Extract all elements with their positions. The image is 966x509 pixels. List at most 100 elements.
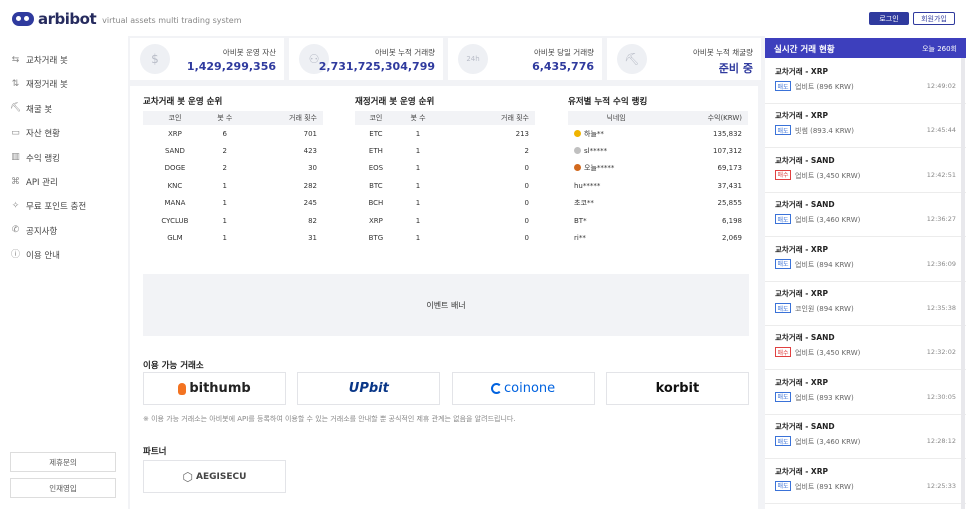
main-content: $ 아비봇 운영 자산 1,429,299,356 ⚇ 아비봇 누적 거래량 2,731,… [128, 36, 763, 509]
table-cell: 1 [415, 199, 421, 208]
nickname-cell: 하늘** [568, 125, 664, 142]
table-cell: 0 [524, 234, 529, 243]
info-icon: ⓘ [10, 249, 20, 260]
login-button[interactable]: 로그인 [869, 12, 909, 25]
trade-feed-item[interactable]: 교차거래 - XRP 매도 빗썸 (893.4 KRW) 12:45:44 [765, 104, 966, 149]
table-cell: 1 [222, 234, 227, 243]
sidebar-item-label: 이용 안내 [26, 251, 60, 262]
sidebar-item[interactable]: ✆ 공지사항 [10, 224, 58, 238]
table-cell: 2 [222, 164, 227, 173]
trade-type-badge: 매수 [775, 347, 791, 358]
table-row: GLM 1 31 [143, 229, 323, 246]
megaphone-icon: ✆ [11, 225, 20, 236]
table-row: EOS 1 0 [355, 160, 535, 177]
sidebar-item[interactable]: ▭ 자산 현황 [10, 126, 60, 140]
table-row: XRP 6 701 [143, 125, 323, 142]
exchange-logo-bithumb[interactable]: bithumb [143, 372, 286, 405]
exchanges-title: 이용 가능 거래소 [143, 361, 204, 371]
trade-feed-item[interactable]: 교차거래 - XRP 매도 업비트 (891 KRW) 12:25:33 [765, 460, 966, 504]
nickname: BT* [574, 216, 587, 225]
profit-cell: 25,855 [717, 199, 743, 208]
scrollbar[interactable] [961, 58, 965, 509]
table-cell: KNC [167, 181, 183, 190]
recruit-button[interactable]: 인재영입 [10, 478, 116, 498]
exchange-name: UPbit [348, 381, 389, 396]
table-row: 하늘** 135,832 [568, 125, 748, 142]
trade-time: 12:25:33 [926, 481, 956, 490]
trade-time: 12:36:27 [926, 215, 956, 224]
trade-feed-item[interactable]: 교차거래 - XRP 매도 업비트 (896 KRW) 12:49:02 [765, 60, 966, 104]
trade-feed-item[interactable]: 교차거래 - XRP 매도 업비트 (894 KRW) 12:36:09 [765, 238, 966, 282]
profit-cell: 69,173 [717, 164, 743, 173]
sidebar-item[interactable]: ▥ 수익 랭킹 [10, 151, 60, 165]
exchange-name: korbit [655, 381, 700, 396]
trade-feed-item[interactable]: 교차거래 - XRP 매도 업비트 (893 KRW) 12:30:05 [765, 371, 966, 415]
trade-feed-item[interactable]: 교차거래 - SAND 매수 업비트 (3,450 KRW) 12:42:51 [765, 149, 966, 193]
table-cell: 282 [303, 181, 317, 190]
medal-icon [574, 164, 581, 172]
trade-title: 교차거래 - XRP [775, 244, 828, 254]
trade-feed-item[interactable]: 교차거래 - XRP 매도 코인원 (894 KRW) 12:35:38 [765, 282, 966, 326]
arbitrage-icon: ⇅ [11, 78, 20, 89]
trade-title: 교차거래 - XRP [775, 377, 828, 387]
trade-feed-item[interactable]: 교차거래 - SAND 매수 업비트 (3,450 KRW) 12:32:02 [765, 326, 966, 371]
table-cell: 30 [308, 164, 317, 173]
table-row: KNC 1 282 [143, 177, 323, 194]
partner-logo-aegisecu[interactable]: ⬡ AEGISECU [143, 460, 286, 493]
table-cell: 423 [303, 147, 317, 156]
trade-type-badge: 매수 [775, 169, 791, 180]
sidebar-item-label: API 관리 [26, 178, 58, 188]
stat-card: 24h 아비봇 당일 거래량 6,435,776 [448, 38, 602, 80]
sidebar-item[interactable]: ⇆ 교차거래 봇 [10, 53, 68, 67]
trade-type-badge: 매도 [775, 391, 791, 402]
trade-feed-item[interactable]: 교차거래 - SAND 매도 업비트 (3,460 KRW) 12:28:12 [765, 415, 966, 460]
trade-feed-item[interactable]: 교차거래 - SAND 매도 업비트 (3,460 KRW) 12:36:27 [765, 193, 966, 238]
coins-icon: $ [140, 44, 170, 74]
nickname: ri** [574, 234, 586, 243]
column-header: 코인 [143, 111, 207, 125]
table-cell: 1 [415, 129, 421, 138]
trade-detail: 업비트 (3,460 KRW) [795, 216, 861, 225]
exchange-logo-coinone[interactable]: coinone [451, 372, 595, 405]
sidebar-item-label: 재정거래 봇 [26, 80, 68, 91]
table-cell: MANA [164, 199, 186, 208]
exchange-icon: ⇆ [11, 54, 20, 65]
table-row: ETC 1 213 [355, 125, 535, 142]
event-banner[interactable]: 이벤트 배너 [143, 274, 749, 336]
sidebar-item[interactable]: ⛏ 채굴 봇 [10, 102, 52, 116]
table-row: MANA 1 245 [143, 195, 323, 212]
trade-type-badge: 매도 [775, 81, 791, 91]
sidebar-item[interactable]: ⇅ 재정거래 봇 [10, 77, 68, 91]
stat-card: $ 아비봇 운영 자산 1,429,299,356 [130, 38, 284, 80]
partnership-inquiry-button[interactable]: 제휴문의 [10, 452, 116, 472]
logo[interactable]: arbibot virtual assets multi trading sys… [12, 10, 241, 28]
sidebar-item[interactable]: ⓘ 이용 안내 [10, 248, 60, 262]
partners-title: 파트너 [143, 447, 167, 457]
profit-cell: 2,069 [721, 234, 742, 243]
sidebar-item[interactable]: ✧ 무료 포인트 충전 [10, 199, 86, 213]
live-trade-count: 오늘 260회 [922, 45, 957, 53]
gift-icon: ✧ [11, 200, 20, 211]
nickname-cell: hu***** [568, 177, 664, 194]
exchanges-note: ※ 이용 가능 거래소는 아비봇에 API를 등록하여 이용할 수 있는 거래소… [143, 415, 516, 423]
sidebar-item-label: 교차거래 봇 [26, 56, 68, 66]
table-row: BTC 1 0 [355, 177, 535, 194]
exchange-logo-upbit[interactable]: UPbit [297, 372, 441, 405]
stat-value: 준비 중 [718, 62, 753, 75]
dashboard-panel: 교차거래 봇 운영 순위 코인 봇 수 거래 횟수 XRP 6 701 SAND 2 423 DO… [130, 86, 758, 509]
exchange-logo-korbit[interactable]: korbit [605, 372, 749, 405]
nickname-cell: sl***** [568, 142, 664, 159]
trade-detail: 업비트 (896 KRW) [795, 83, 854, 91]
table-header-row: 닉네임 수익(KRW) [568, 111, 748, 125]
signup-button[interactable]: 회원가입 [913, 12, 955, 25]
table-row: 오늘***** 69,173 [568, 160, 748, 177]
nickname: 초코** [574, 199, 594, 208]
trade-type-badge: 매도 [775, 436, 791, 447]
column-header: 봇 수 [206, 111, 243, 125]
table-header-row: 코인 봇 수 거래 횟수 [355, 111, 535, 125]
sidebar-item-label: 공지사항 [26, 226, 58, 237]
stat-value: 1,429,299,356 [186, 60, 276, 73]
stat-value: 2,731,725,304,799 [318, 60, 435, 73]
user-profit-ranking-title: 유저별 누적 수익 랭킹 [568, 97, 648, 107]
sidebar-item[interactable]: ⌘ API 관리 [10, 175, 58, 189]
